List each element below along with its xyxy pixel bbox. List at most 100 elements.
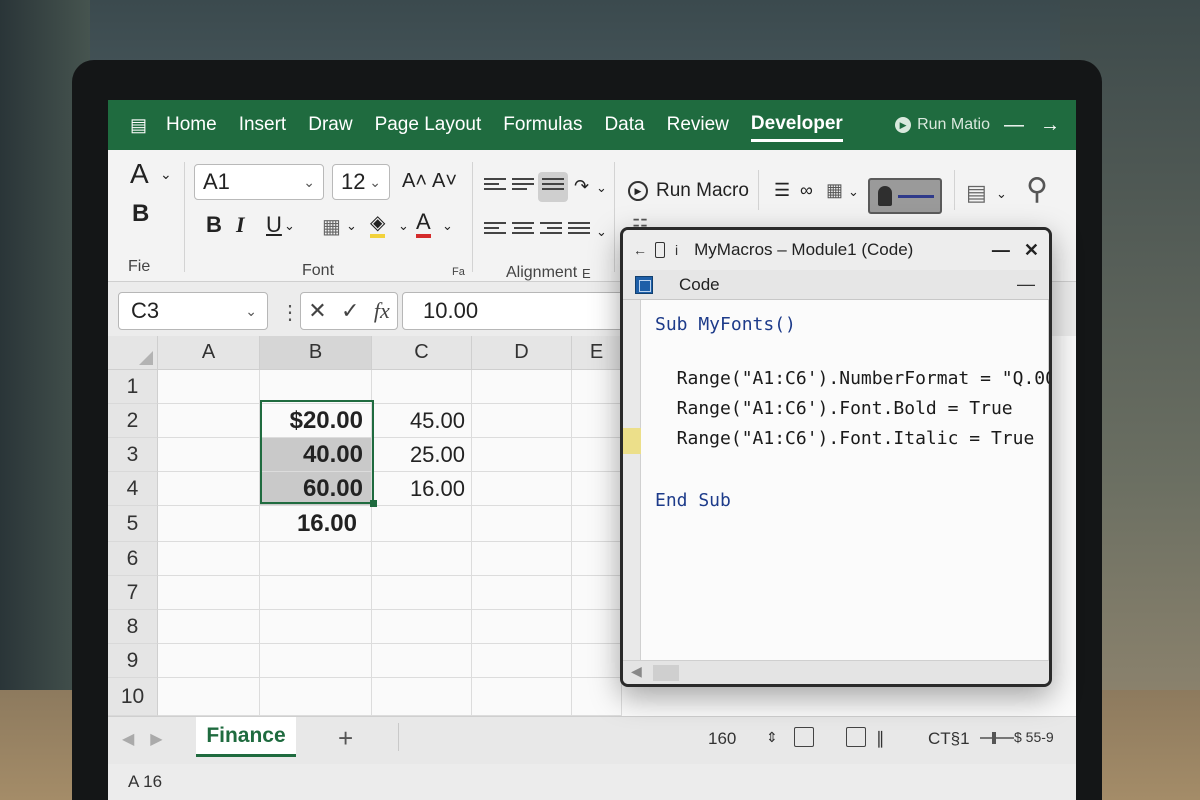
grid-cell[interactable] bbox=[158, 438, 260, 472]
grid-cell[interactable] bbox=[158, 678, 260, 716]
grid-cell[interactable] bbox=[472, 438, 572, 472]
add-sheet-button[interactable]: + bbox=[338, 723, 353, 754]
arrow-right-icon[interactable]: → bbox=[1040, 114, 1060, 137]
grid-cell[interactable] bbox=[472, 404, 572, 438]
chevron-down-icon[interactable]: ⌄ bbox=[596, 224, 607, 240]
grid-cell[interactable] bbox=[158, 370, 260, 404]
form-icon[interactable]: ▤ bbox=[966, 180, 987, 206]
grid-cell[interactable] bbox=[472, 576, 572, 610]
grid-cell[interactable] bbox=[572, 438, 622, 472]
grid-cell[interactable] bbox=[158, 542, 260, 576]
run-macro-quick-button[interactable]: ▶ Run Matio bbox=[895, 116, 990, 134]
grid-cell[interactable] bbox=[572, 644, 622, 678]
chevron-down-icon[interactable]: ⌄ bbox=[284, 218, 295, 234]
select-all-button[interactable] bbox=[108, 336, 158, 370]
cell-c3[interactable]: 25.00 bbox=[372, 438, 472, 472]
grid-cell[interactable] bbox=[372, 370, 472, 404]
vba-title-bar[interactable]: ← i MyMacros – Module1 (Code) — ✕ bbox=[623, 230, 1049, 270]
align-center-icon[interactable] bbox=[512, 222, 534, 240]
chevron-down-icon[interactable]: ⌄ bbox=[996, 186, 1007, 202]
grid-cell[interactable] bbox=[472, 506, 572, 542]
grid-cell[interactable] bbox=[260, 610, 372, 644]
grid-cell[interactable] bbox=[372, 678, 472, 716]
cell-c2[interactable]: 45.00 bbox=[372, 404, 472, 438]
grid-cell[interactable] bbox=[372, 506, 472, 542]
table-icon[interactable]: ▦ bbox=[826, 180, 843, 201]
column-header-e[interactable]: E bbox=[572, 336, 622, 370]
scrollbar-thumb[interactable] bbox=[653, 665, 679, 681]
grid-cell[interactable] bbox=[158, 472, 260, 506]
run-macro-button[interactable]: ▶ Run Macro bbox=[628, 180, 749, 202]
function-icon[interactable]: fx bbox=[374, 298, 390, 324]
normal-view-icon[interactable] bbox=[794, 727, 814, 747]
grid-cell[interactable] bbox=[572, 610, 622, 644]
underline-button[interactable]: U bbox=[266, 212, 282, 238]
grid-cell[interactable] bbox=[572, 472, 622, 506]
grid-cell[interactable] bbox=[372, 644, 472, 678]
grid-cell[interactable] bbox=[572, 678, 622, 716]
file-icon[interactable]: ▤ bbox=[130, 115, 166, 136]
row-header-1[interactable]: 1 bbox=[108, 370, 158, 404]
search-icon[interactable]: ⚲ bbox=[1026, 172, 1048, 207]
column-header-a[interactable]: A bbox=[158, 336, 260, 370]
italic-button[interactable]: I bbox=[236, 212, 245, 238]
grid-cell[interactable] bbox=[158, 404, 260, 438]
cell-b2[interactable]: $20.00 bbox=[260, 404, 372, 438]
align-middle-icon[interactable] bbox=[512, 178, 534, 196]
tab-data[interactable]: Data bbox=[604, 110, 644, 140]
column-header-b[interactable]: B bbox=[260, 336, 372, 370]
font-color-big-button[interactable]: A bbox=[130, 158, 149, 190]
name-box[interactable]: C3 ⌄ bbox=[118, 292, 268, 330]
bold-button[interactable]: B bbox=[206, 212, 222, 238]
grid-cell[interactable] bbox=[472, 370, 572, 404]
grid-cell[interactable] bbox=[158, 610, 260, 644]
chevron-updown-icon[interactable]: ⇕ bbox=[766, 729, 778, 746]
sheet-nav-arrows-icon[interactable]: ◀▶ bbox=[122, 729, 179, 749]
tab-insert[interactable]: Insert bbox=[239, 110, 287, 140]
font-name-select[interactable]: A1 ⌄ bbox=[194, 164, 324, 200]
grid-cell[interactable] bbox=[260, 678, 372, 716]
font-color-button[interactable]: A bbox=[416, 210, 431, 238]
tab-formulas[interactable]: Formulas bbox=[503, 110, 582, 140]
link-icon[interactable]: ∞ bbox=[800, 180, 813, 201]
chevron-down-icon[interactable]: ⌄ bbox=[398, 218, 409, 234]
grid-cell[interactable] bbox=[472, 472, 572, 506]
row-header-4[interactable]: 4 bbox=[108, 472, 158, 506]
orientation-icon[interactable]: ↷ bbox=[574, 176, 589, 197]
tab-review[interactable]: Review bbox=[667, 110, 729, 140]
align-top-icon[interactable] bbox=[484, 178, 506, 196]
cell-c4[interactable]: 16.00 bbox=[372, 472, 472, 506]
grid-cell[interactable] bbox=[472, 678, 572, 716]
horizontal-scrollbar[interactable]: ◀ bbox=[623, 660, 1049, 684]
cell-b3[interactable]: 40.00 bbox=[260, 438, 372, 472]
tab-developer[interactable]: Developer bbox=[750, 109, 843, 142]
grid-cell[interactable] bbox=[158, 576, 260, 610]
column-header-c[interactable]: C bbox=[372, 336, 472, 370]
grid-cell[interactable] bbox=[260, 370, 372, 404]
minimize-icon[interactable]: — bbox=[992, 240, 1010, 261]
tab-home[interactable]: Home bbox=[166, 110, 217, 140]
font-size-select[interactable]: 12 ⌄ bbox=[332, 164, 390, 200]
grid-cell[interactable] bbox=[158, 506, 260, 542]
zoom-slider[interactable] bbox=[980, 737, 1014, 739]
grid-cell[interactable] bbox=[158, 644, 260, 678]
grid-cell[interactable] bbox=[372, 610, 472, 644]
row-header-7[interactable]: 7 bbox=[108, 576, 158, 610]
grid-cell[interactable] bbox=[472, 542, 572, 576]
scroll-left-icon[interactable]: ◀ bbox=[631, 663, 642, 680]
more-options-icon[interactable]: ⋮ bbox=[280, 300, 300, 325]
close-icon[interactable]: ✕ bbox=[1024, 240, 1039, 261]
chevron-down-icon[interactable]: ⌄ bbox=[160, 166, 172, 183]
minimize-icon[interactable]: — bbox=[1017, 274, 1035, 295]
row-header-8[interactable]: 8 bbox=[108, 610, 158, 644]
align-right-icon[interactable] bbox=[540, 222, 562, 240]
grid-cell[interactable] bbox=[260, 644, 372, 678]
chevron-down-icon[interactable]: ⌄ bbox=[346, 218, 357, 234]
zoom-slider-handle[interactable] bbox=[992, 732, 996, 744]
info-icon[interactable]: i bbox=[675, 242, 678, 258]
grid-cell[interactable] bbox=[260, 542, 372, 576]
grid-cell[interactable] bbox=[572, 370, 622, 404]
tab-draw[interactable]: Draw bbox=[308, 110, 352, 140]
chevron-down-icon[interactable]: ⌄ bbox=[596, 180, 607, 196]
align-left-icon[interactable] bbox=[484, 222, 506, 240]
